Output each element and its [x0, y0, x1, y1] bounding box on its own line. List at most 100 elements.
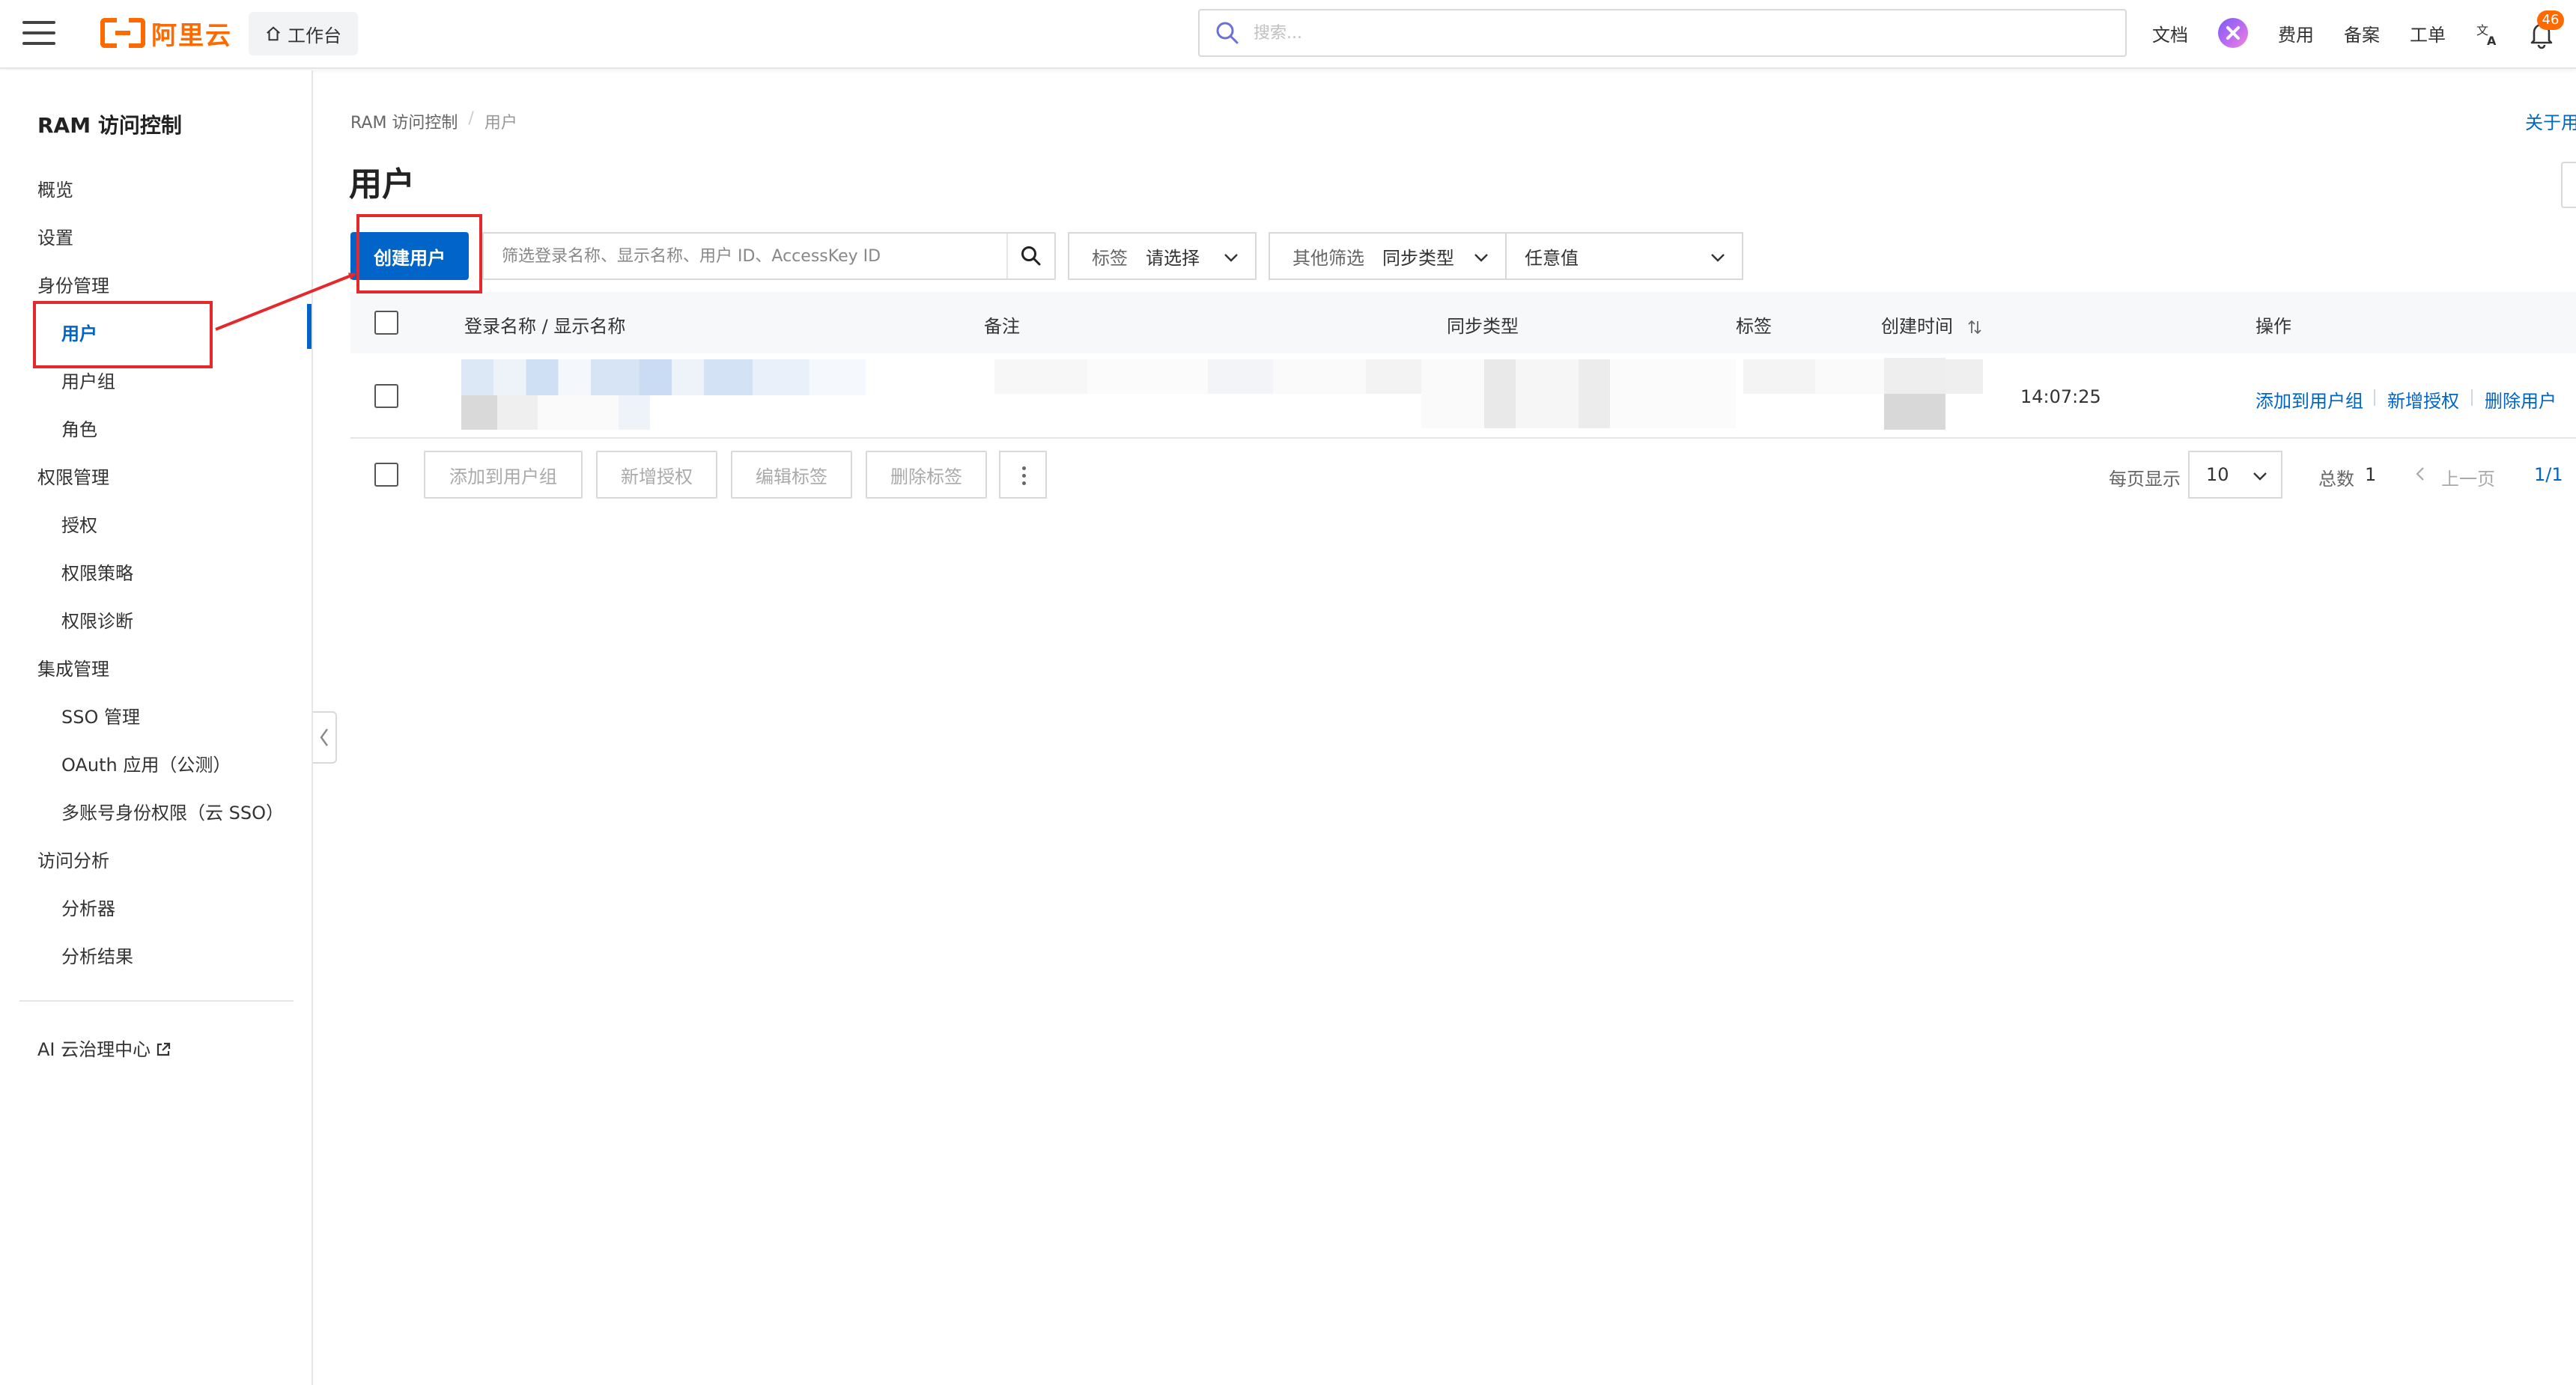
per-page-select[interactable]: 10	[2188, 451, 2282, 499]
row-checkbox[interactable]	[374, 384, 398, 408]
other-filter-select[interactable]: 其他筛选 同步类型	[1269, 232, 1507, 280]
logo-text: 阿里云	[151, 20, 232, 51]
tag-filter-value: 请选择	[1146, 247, 1200, 269]
translate-icon[interactable]: 文 A	[2476, 21, 2501, 46]
per-page-value: 10	[2206, 464, 2229, 485]
external-link-icon	[157, 1042, 171, 1056]
column-actions: 操作	[2255, 316, 2291, 337]
sidebar-collapse-button[interactable]	[313, 711, 337, 764]
workbench-button[interactable]: 工作台	[249, 12, 358, 55]
redacted-display-name	[461, 395, 686, 430]
prev-page-button[interactable]: 上一页	[2441, 464, 2495, 490]
more-icon[interactable]	[999, 451, 1047, 499]
column-tags: 标签	[1736, 316, 1772, 337]
other-filter-value: 同步类型	[1382, 247, 1454, 269]
add-to-group-link[interactable]: 添加到用户组	[2255, 386, 2363, 413]
redacted-tags	[1743, 359, 1983, 394]
tag-filter-select[interactable]: 标签 请选择	[1068, 232, 1257, 280]
create-user-button[interactable]: 创建用户	[350, 232, 469, 280]
redacted-sync-type	[1421, 359, 1736, 428]
other-filter-label: 其他筛选	[1292, 247, 1364, 269]
sidebar-group-integration[interactable]: 集成管理	[37, 654, 109, 681]
column-created-time-label: 创建时间	[1881, 316, 1953, 337]
nav-docs[interactable]: 文档	[2152, 15, 2188, 51]
sidebar-group-identity[interactable]: 身份管理	[37, 271, 109, 297]
table-row	[350, 353, 2576, 439]
chevron-down-icon	[2253, 472, 2267, 481]
annotation-arrow	[215, 273, 356, 331]
total-value: 1	[2365, 464, 2377, 485]
nav-icp[interactable]: 备案	[2344, 15, 2380, 51]
aliyun-logo[interactable]: 阿里云	[100, 15, 232, 51]
breadcrumb: RAM 访问控制 / 用户	[350, 109, 517, 133]
chevron-down-icon	[1711, 254, 1725, 262]
sidebar-item-roles[interactable]: 角色	[61, 415, 97, 441]
table-header: 登录名称 / 显示名称 备注 同步类型 标签 创建时间 操作	[350, 292, 2576, 353]
sync-type-value-select[interactable]: 任意值	[1505, 232, 1743, 280]
workbench-label: 工作台	[288, 25, 341, 46]
breadcrumb-separator: /	[468, 109, 474, 128]
bulk-delete-tags-button[interactable]: 删除标签	[866, 451, 987, 499]
redacted-created-date	[1884, 358, 1945, 430]
action-separator	[2374, 389, 2375, 406]
search-icon	[1216, 22, 1239, 44]
global-search[interactable]	[1198, 9, 2127, 57]
page-indicator: 1/1	[2534, 464, 2563, 485]
column-remark: 备注	[984, 316, 1020, 337]
global-search-input[interactable]	[1254, 23, 2077, 43]
search-icon	[1021, 246, 1041, 266]
column-sync-type: 同步类型	[1447, 316, 1519, 337]
bulk-edit-tags-button[interactable]: 编辑标签	[731, 451, 852, 499]
redacted-remark	[994, 359, 1459, 394]
sidebar-item-analyzers[interactable]: 分析器	[61, 894, 115, 920]
redacted-login-name	[461, 359, 866, 395]
filter-search-button[interactable]	[1006, 234, 1054, 278]
chevron-left-icon	[320, 728, 328, 746]
sidebar-item-sso[interactable]: SSO 管理	[61, 702, 140, 728]
sidebar-item-grants[interactable]: 授权	[61, 511, 97, 537]
hamburger-icon[interactable]	[22, 19, 55, 46]
created-time-cell: 14:07:25	[2020, 386, 2101, 407]
sidebar-item-users[interactable]: 用户	[61, 319, 97, 345]
bulk-add-to-group-button[interactable]: 添加到用户组	[424, 451, 583, 499]
svg-text:A: A	[2487, 34, 2497, 46]
column-login-name: 登录名称 / 显示名称	[464, 316, 626, 337]
notification-badge: 46	[2537, 10, 2564, 30]
home-icon	[267, 26, 280, 41]
chevron-down-icon	[1474, 254, 1488, 262]
breadcrumb-ram[interactable]: RAM 访问控制	[350, 109, 458, 133]
logo-mark-icon	[100, 18, 145, 48]
tag-filter-label: 标签	[1092, 247, 1128, 269]
sidebar-group-permissions[interactable]: 权限管理	[37, 463, 109, 489]
sidebar-item-overview[interactable]: 概览	[37, 175, 73, 201]
nav-billing[interactable]: 费用	[2278, 15, 2314, 51]
chevron-left-icon	[2416, 467, 2424, 481]
sort-icon	[1968, 320, 1981, 335]
nav-tickets[interactable]: 工单	[2410, 15, 2446, 51]
delete-user-link[interactable]: 删除用户	[2485, 386, 2557, 413]
sidebar-item-ai-governance[interactable]: AI 云治理中心	[37, 1035, 171, 1061]
bulk-add-permission-button[interactable]: 新增授权	[596, 451, 717, 499]
page-title: 用户	[349, 165, 415, 204]
chevron-down-icon	[1224, 254, 1238, 262]
column-created-time[interactable]: 创建时间	[1881, 311, 1983, 338]
sidebar-item-oauth[interactable]: OAuth 应用（公测）	[61, 750, 231, 776]
sidebar-title: RAM 访问控制	[37, 113, 182, 138]
sidebar-item-settings[interactable]: 设置	[37, 223, 73, 249]
sidebar-group-analysis[interactable]: 访问分析	[37, 846, 109, 872]
sidebar-item-cloud-sso[interactable]: 多账号身份权限（云 SSO）	[61, 798, 284, 824]
user-filter-input[interactable]	[484, 246, 1008, 266]
breadcrumb-current: 用户	[484, 114, 517, 133]
about-users-link[interactable]: 关于用	[2525, 108, 2576, 134]
sidebar-item-findings[interactable]: 分析结果	[61, 942, 133, 968]
page-action-button[interactable]	[2561, 162, 2576, 208]
add-permission-link[interactable]: 新增授权	[2387, 386, 2459, 413]
select-all-checkbox[interactable]	[374, 311, 398, 335]
bulk-select-checkbox[interactable]	[374, 463, 398, 487]
sidebar-item-policies[interactable]: 权限策略	[61, 558, 133, 585]
ai-governance-label: AI 云治理中心	[37, 1039, 151, 1060]
action-separator	[2471, 389, 2473, 406]
avatar-icon[interactable]	[2218, 18, 2248, 48]
sidebar-item-diagnosis[interactable]: 权限诊断	[61, 606, 133, 633]
sidebar-item-user-groups[interactable]: 用户组	[61, 367, 115, 393]
